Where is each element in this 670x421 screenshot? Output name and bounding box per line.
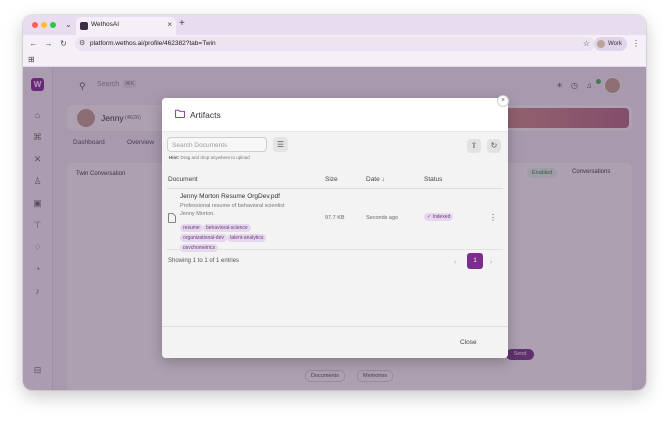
browser-menu-icon[interactable]: ⋮ — [632, 38, 640, 49]
close-window-button[interactable] — [32, 22, 38, 28]
tag-chip[interactable]: behavioral-science — [203, 224, 251, 232]
documents-search-input[interactable] — [172, 140, 262, 150]
url-text[interactable]: platform.wethos.ai/profile/462382?tab=Tw… — [90, 40, 216, 47]
documents-search[interactable] — [167, 137, 267, 152]
back-icon[interactable]: ← — [28, 38, 39, 49]
row-divider — [167, 249, 503, 250]
tab-strip: ⌄ WethosAI × + — [23, 15, 646, 35]
status-badge: ✓ Indexed — [424, 213, 454, 221]
header-divider — [167, 188, 503, 189]
bookmark-star-icon[interactable]: ☆ — [583, 38, 590, 50]
refresh-icon[interactable]: ↻ — [487, 139, 501, 153]
bookmarks-bar: ⊞ — [23, 53, 646, 67]
pagination-next-icon[interactable]: › — [490, 258, 492, 268]
upload-hint: Hint: Drag and drop anywhere to upload — [169, 155, 250, 160]
pagination-page-1[interactable]: 1 — [467, 253, 483, 269]
modal-header: Artifacts — [162, 98, 508, 132]
document-size: 97.7 KB — [325, 215, 345, 221]
tag-chip[interactable]: psychometrics — [180, 244, 218, 252]
document-description: Professional resume of behavioral scient… — [180, 203, 285, 217]
browser-profile-label: Work — [608, 40, 622, 47]
tab-title: WethosAI — [91, 21, 120, 28]
minimize-window-button[interactable] — [41, 22, 47, 28]
maximize-window-button[interactable] — [50, 22, 56, 28]
favicon-icon — [80, 22, 88, 30]
browser-window: ⌄ WethosAI × + ← → ↻ ⚙ platform.wethos.a… — [23, 15, 646, 390]
file-icon — [168, 213, 176, 223]
apps-grid-icon[interactable]: ⊞ — [28, 55, 35, 65]
close-icon[interactable]: × — [497, 95, 509, 107]
hint-text: Drag and drop anywhere to upload — [180, 155, 250, 160]
column-document[interactable]: Document — [168, 176, 198, 183]
document-date: Seconds ago — [366, 215, 399, 221]
modal-title: Artifacts — [190, 110, 221, 120]
artifacts-modal: Artifacts ☰ Hint: Drag and drop anywhere… — [162, 98, 508, 358]
sliders-icon[interactable]: ☰ — [273, 137, 288, 152]
hint-label: Hint: — [169, 155, 180, 160]
column-status[interactable]: Status — [424, 176, 442, 183]
entries-count: Showing 1 to 1 of 1 entries — [168, 258, 240, 264]
close-button[interactable]: Close — [460, 339, 477, 346]
column-size[interactable]: Size — [325, 176, 338, 183]
tab-close-icon[interactable]: × — [167, 20, 172, 30]
browser-toolbar: ← → ↻ ⚙ platform.wethos.ai/profile/46238… — [23, 35, 646, 53]
tab-list-icon[interactable]: ⌄ — [63, 19, 74, 30]
browser-profile-avatar — [597, 40, 605, 48]
new-tab-icon[interactable]: + — [179, 18, 185, 30]
browser-profile-chip[interactable]: Work — [594, 37, 627, 51]
column-date[interactable]: Date ↓ — [366, 176, 385, 183]
reload-icon[interactable]: ↻ — [58, 38, 69, 49]
cloud-upload-icon[interactable]: ⇪ — [467, 139, 481, 153]
tag-chip[interactable]: resume — [180, 224, 203, 232]
document-name[interactable]: Jenny Morton Resume OrgDev.pdf — [180, 193, 280, 200]
tag-chip[interactable]: talent-analytics — [227, 234, 267, 242]
forward-icon[interactable]: → — [43, 38, 54, 49]
site-info-icon[interactable]: ⚙ — [79, 38, 85, 50]
pagination-prev-icon[interactable]: ‹ — [454, 258, 456, 268]
modal-footer: Close — [162, 326, 508, 358]
tag-chip[interactable]: organizational-dev — [180, 234, 227, 242]
folder-icon — [175, 109, 185, 118]
browser-tab[interactable]: WethosAI × — [76, 17, 176, 35]
address-bar[interactable]: ⚙ platform.wethos.ai/profile/462382?tab=… — [75, 37, 595, 51]
kebab-icon[interactable]: ⋮ — [489, 213, 497, 223]
